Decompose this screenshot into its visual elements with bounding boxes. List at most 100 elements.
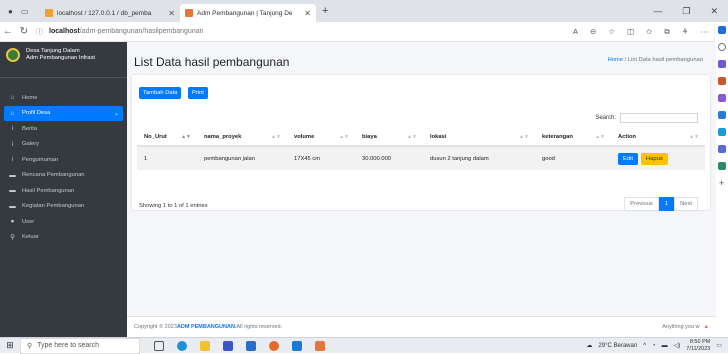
footer-copyright: Copyright © 2023 [134, 324, 177, 330]
vscode-icon[interactable] [292, 340, 302, 351]
sidebar-item-galery[interactable]: i Galery [0, 137, 127, 153]
add-data-button[interactable]: Tambah Data [139, 87, 182, 99]
sidebar-item-label: Galery [22, 141, 40, 148]
footer-brand-link[interactable]: ADM PEMBANGUNAN. [177, 324, 237, 330]
brand[interactable]: Desa Tanjung Dalam Adm Pembangunan Infra… [0, 42, 127, 78]
extensions-icon[interactable]: ⚘ [682, 27, 689, 37]
firefox-icon[interactable] [269, 340, 279, 351]
admin-sidebar: Desa Tanjung Dalam Adm Pembangunan Infra… [0, 42, 127, 337]
close-icon[interactable]: ✕ [304, 9, 311, 18]
cell-volume: 17X45 cm [287, 145, 355, 170]
sidebar-item-pengumuman[interactable]: i Pengumuman [0, 152, 127, 168]
column-header-label: volume [294, 134, 315, 140]
sidebar-item-berita[interactable]: i Berita [0, 121, 127, 137]
column-header-nama-proyek[interactable]: nama_proyek ▲▼ [197, 129, 287, 147]
clock[interactable]: 8:50 PM 7/11/2023 [686, 339, 710, 353]
sidebar-item-keluar[interactable]: ⚲ Keluar [0, 230, 127, 246]
weather-text[interactable]: 29°C Berawan [598, 343, 637, 349]
search-input[interactable] [620, 113, 698, 123]
edit-button[interactable]: Edit [618, 152, 638, 165]
tab-phpmyadmin[interactable]: localhost / 127.0.0.1 / db_pemba ✕ [40, 4, 180, 22]
read-aloud-icon[interactable]: A [573, 27, 578, 37]
app-icon[interactable] [223, 340, 233, 351]
address-bar[interactable]: ⓘ localhost/adm-pembangunan/hasilpembang… [36, 25, 573, 39]
column-header-biaya[interactable]: biaya ▲▼ [355, 129, 423, 147]
tab-adm-pembangunan[interactable]: Adm Pembangunan | Tanjung De ✕ [180, 4, 316, 22]
column-header-lokasi[interactable]: lokasi ▲▼ [423, 129, 535, 147]
sidebar-item-rencana-pembangunan[interactable]: ▬ Rencana Pembangunan [0, 168, 127, 184]
footer-rights: All rights reserved. [236, 324, 283, 330]
network-icon[interactable]: ◔ [652, 343, 656, 349]
cell-lokasi: dusun 2 tanjung dalam [423, 145, 535, 170]
notification-icon[interactable]: ▭ [716, 342, 722, 349]
outlook-icon[interactable] [717, 128, 726, 136]
close-icon[interactable]: ✕ [168, 9, 175, 18]
tab-actions-icon[interactable]: ▭ [21, 7, 29, 16]
back-icon[interactable]: ← [0, 26, 16, 37]
windows-start-icon[interactable]: ⊞ [0, 340, 20, 351]
new-tab-icon[interactable]: + [322, 5, 328, 17]
xampp-icon[interactable] [315, 340, 325, 351]
info-icon[interactable]: ⓘ [36, 27, 43, 37]
battery-icon[interactable]: ▬ [662, 343, 668, 349]
minimize-icon[interactable]: — [653, 6, 662, 17]
edge-icon[interactable] [177, 340, 187, 351]
previous-page-button[interactable]: Previous [624, 197, 659, 211]
more-icon[interactable]: ⋯ [701, 27, 709, 37]
column-header-action[interactable]: Action ▲▼ [611, 129, 705, 147]
envelope-icon: ▬ [9, 187, 16, 195]
sort-icon: ▲▼ [595, 134, 605, 140]
delete-button[interactable]: Hapus [641, 152, 668, 165]
window-close-icon[interactable]: ✕ [710, 6, 718, 17]
column-header-keterangan[interactable]: keterangan ▲▼ [535, 129, 611, 147]
sort-asc-icon: ▲▼ [181, 134, 191, 140]
column-header-label: nama_proyek [204, 134, 242, 140]
games-icon[interactable] [717, 94, 726, 102]
page-footer: Copyright © 2023 ADM PEMBANGUNAN. All ri… [127, 316, 716, 337]
sort-icon: ▲▼ [339, 134, 349, 140]
collections-icon[interactable]: ⧉ [664, 27, 669, 37]
edge-feedback-icon[interactable]: ▲ [704, 324, 709, 330]
envelope-icon: ▬ [9, 171, 16, 179]
restore-icon[interactable]: ❐ [682, 6, 690, 17]
task-view-icon[interactable] [154, 340, 164, 351]
drop-icon[interactable] [717, 162, 726, 170]
zoom-icon[interactable]: ⊖ [590, 27, 596, 37]
sort-icon: ▲▼ [407, 134, 417, 140]
copilot-icon[interactable] [717, 26, 726, 34]
sidebar-item-kegiatan-pembangunan[interactable]: ▬ Kegiatan Pembangunan [0, 199, 127, 215]
tray-chevron-icon[interactable]: ^ [643, 343, 646, 349]
url-path: /adm-pembangunan/hasilpembangunan [79, 28, 204, 35]
taskbar-search[interactable]: ⚲ Type here to search [20, 337, 140, 354]
search-icon[interactable] [717, 43, 726, 51]
store-icon[interactable] [246, 340, 256, 351]
column-header-volume[interactable]: volume ▲▼ [287, 129, 355, 147]
office-icon[interactable] [717, 111, 726, 119]
sidebar-item-label: Hasil Pembangunan [22, 187, 75, 194]
search-icon: ⚲ [27, 342, 33, 350]
system-tray: ☁ 29°C Berawan ^ ◔ ▬ ◁) 8:50 PM 7/11/202… [586, 339, 728, 353]
breadcrumb-home[interactable]: Home [608, 57, 623, 63]
refresh-icon[interactable]: ↻ [16, 26, 32, 37]
sidebar-item-hasil-pembangunan[interactable]: ▬ Hasil Pembangunan [0, 183, 127, 199]
print-button[interactable]: Print [188, 87, 208, 99]
file-explorer-icon[interactable] [200, 340, 210, 351]
profile-icon[interactable]: ● [8, 7, 13, 16]
favorites-icon[interactable]: ✩ [646, 27, 652, 37]
sidebar-item-home[interactable]: ⌂ Home [0, 90, 127, 106]
shopping-icon[interactable] [717, 60, 726, 68]
toolbar-icons: A ⊖ ☆ ◫ ✩ ⧉ ⚘ ⋯ [573, 27, 716, 37]
page-button-1[interactable]: 1 [658, 197, 675, 211]
sidebar-item-profil-desa[interactable]: ⌂ Profil Desa ⌄ [4, 105, 123, 121]
favorite-star-icon[interactable]: ☆ [608, 27, 615, 37]
volume-icon[interactable]: ◁) [674, 342, 681, 349]
add-icon[interactable]: + [718, 179, 726, 188]
next-page-button[interactable]: Next [674, 197, 698, 211]
tools-icon[interactable] [717, 77, 726, 85]
designer-icon[interactable] [717, 145, 726, 153]
split-screen-icon[interactable]: ◫ [627, 27, 634, 37]
sidebar-item-user[interactable]: ● User [0, 214, 127, 230]
column-header-no-urut[interactable]: No_Urut ▲▼ [137, 129, 197, 147]
column-header-label: biaya [362, 134, 377, 140]
weather-icon[interactable]: ☁ [586, 342, 592, 349]
